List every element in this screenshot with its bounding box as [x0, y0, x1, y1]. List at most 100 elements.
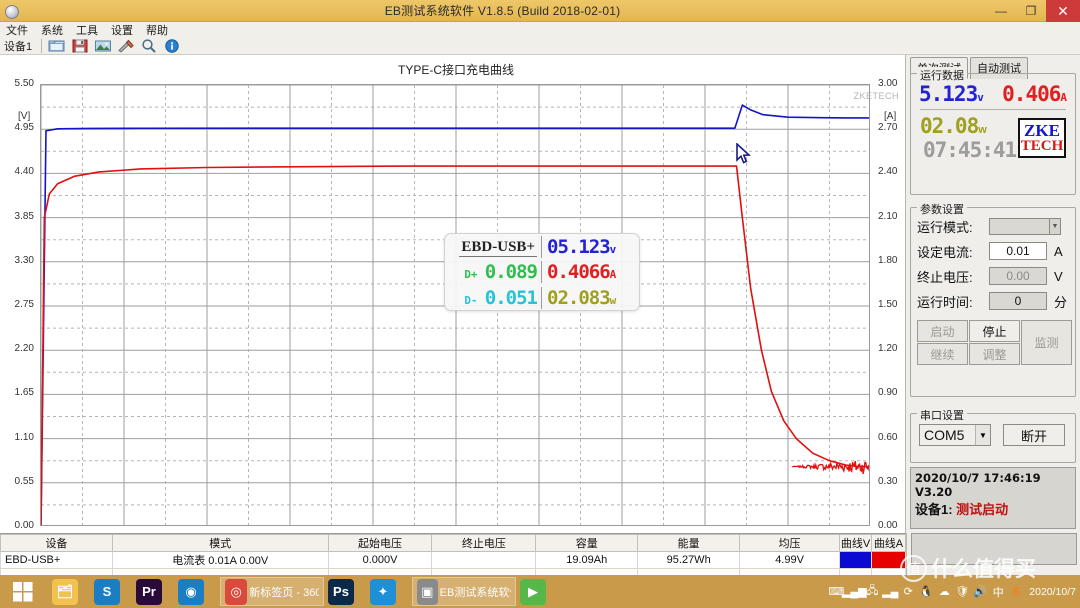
app-globe-icon: [3, 3, 21, 19]
meter-dplus-value: 0.089: [484, 261, 538, 283]
open-file-icon[interactable]: [47, 38, 67, 54]
tray-cloud-icon[interactable]: ☁: [935, 582, 953, 602]
log-line-message: 设备1: 测试启动: [915, 499, 1071, 518]
col-curve-v: 曲线V: [839, 534, 872, 552]
curve-v-color-swatch[interactable]: [839, 551, 872, 569]
tray-volume-icon[interactable]: 🔊: [971, 582, 989, 602]
curve-a-color-swatch[interactable]: [870, 551, 907, 569]
cortana-icon[interactable]: ◉: [178, 578, 204, 605]
close-button[interactable]: ✕: [1046, 0, 1080, 22]
stop-button[interactable]: 停止: [969, 320, 1020, 342]
taskbar-item-media-player-icon[interactable]: ▶: [520, 577, 558, 606]
foxmail-icon[interactable]: ✦: [370, 578, 396, 605]
log-device-label: 设备1:: [915, 502, 957, 517]
run-power-value: 02.08: [920, 114, 979, 138]
tray-update-icon[interactable]: ⟳: [899, 582, 917, 602]
save-icon[interactable]: [70, 38, 90, 54]
cell-mode: 电流表 0.01A 0.00V: [111, 551, 329, 569]
minimize-button[interactable]: —: [986, 0, 1016, 22]
taskbar-item-cortana-icon[interactable]: ◉: [178, 577, 216, 606]
taskbar-item-foxmail-icon[interactable]: ✦: [370, 577, 408, 606]
image-export-icon[interactable]: [93, 38, 113, 54]
toolbar-device-label: 设备1: [4, 40, 33, 53]
menu-item-system[interactable]: 系统: [41, 22, 63, 38]
cutoff-voltage-label: 终止电压:: [917, 269, 973, 285]
tray-network-icon[interactable]: 🖧: [863, 582, 881, 602]
col-start-voltage: 起始电压: [327, 534, 433, 552]
y-axis-right-unit: [A]: [884, 111, 897, 122]
menu-bar: 文件 系统 工具 设置 帮助: [0, 22, 1080, 37]
menu-item-file[interactable]: 文件: [6, 22, 28, 38]
info-icon[interactable]: [162, 38, 182, 54]
taskbar-item-file-explorer-icon[interactable]: 🗂: [52, 577, 90, 606]
continue-button[interactable]: 继续: [917, 343, 968, 365]
taskbar-item-eb-test-app-icon[interactable]: ▣EB测试系统软件...: [412, 577, 516, 606]
cell-capacity: 19.09Ah: [535, 551, 639, 569]
taskbar-item-chrome-icon[interactable]: ◎新标签页 - 360...: [220, 577, 324, 606]
menu-item-tools[interactable]: 工具: [76, 22, 98, 38]
run-current-value: 0.406: [1002, 82, 1061, 106]
taskbar-item-label: 新标签页 - 360...: [249, 586, 319, 599]
start-windows-icon[interactable]: [0, 575, 46, 608]
tray-qq-icon[interactable]: 🐧: [917, 582, 935, 602]
chevron-down-icon[interactable]: ▼: [975, 425, 990, 445]
serial-port-select[interactable]: COM5 ▼: [919, 424, 991, 446]
monitor-button[interactable]: 监测: [1021, 320, 1072, 365]
meter-current-value: 0.4066: [547, 261, 611, 283]
menu-item-settings[interactable]: 设置: [111, 22, 133, 38]
serial-settings-group: 串口设置 COM5 ▼ 断开: [910, 407, 1076, 463]
cutoff-voltage-input[interactable]: 0.00: [989, 267, 1047, 285]
premiere-icon[interactable]: Pr: [136, 578, 162, 605]
runtime-unit: 分: [1054, 294, 1068, 310]
run-current-unit: A: [1060, 91, 1067, 104]
maximize-button[interactable]: ❐: [1016, 0, 1046, 22]
zketech-logo-bottom: TECH: [1020, 138, 1064, 154]
taskbar-item-photoshop-icon[interactable]: Ps: [328, 577, 366, 606]
log-panel[interactable]: 2020/10/7 17:46:19 V3.20 设备1: 测试启动: [910, 467, 1076, 529]
y-tick-left-6: 3.30: [14, 254, 34, 266]
mode-select[interactable]: ▼: [989, 217, 1061, 235]
y-tick-left-10: 5.50: [14, 78, 34, 89]
photoshop-icon[interactable]: Ps: [328, 578, 354, 605]
taskbar-item-premiere-icon[interactable]: Pr: [136, 577, 174, 606]
cell-energy: 95.27Wh: [637, 551, 741, 569]
taskbar-clock[interactable]: 2020/10/7: [1029, 586, 1076, 598]
set-current-unit: A: [1054, 243, 1063, 259]
chevron-down-icon[interactable]: ▼: [1049, 218, 1060, 234]
tray-security-icon[interactable]: 🛡: [953, 582, 971, 602]
cell-device: EBD-USB+: [0, 551, 113, 569]
zketech-logo: ZKE TECH: [1018, 118, 1066, 158]
taskbar-item-sogou-browser-icon[interactable]: S: [94, 577, 132, 606]
media-player-icon[interactable]: ▶: [520, 578, 546, 605]
run-voltage-value: 5.123: [919, 82, 978, 106]
meter-dplus-label: D+: [464, 268, 478, 281]
menu-item-help[interactable]: 帮助: [146, 22, 168, 38]
parameter-settings-group: 参数设置 运行模式: ▼ 设定电流: 0.01 A 终止电压: 0.00 V 运…: [910, 201, 1076, 397]
start-button[interactable]: 启动: [917, 320, 968, 342]
tray-sogou-icon[interactable]: S: [1007, 582, 1025, 602]
tools-icon[interactable]: [116, 38, 136, 54]
taskbar-item-label: EB测试系统软件...: [439, 586, 511, 599]
serial-settings-title: 串口设置: [917, 407, 967, 423]
runtime-label: 运行时间:: [917, 294, 973, 310]
adjust-button[interactable]: 调整: [969, 343, 1020, 365]
summary-table: 设备 模式 起始电压 终止电压 容量 能量 均压 曲线V 曲线A EBD-USB…: [0, 533, 907, 586]
cutoff-voltage-unit: V: [1054, 268, 1063, 284]
table-row[interactable]: EBD-USB+ 电流表 0.01A 0.00V 0.000V 19.09Ah …: [0, 551, 907, 569]
col-mode: 模式: [111, 534, 329, 552]
runtime-input[interactable]: 0: [989, 292, 1047, 310]
meter-current-unit: A: [609, 268, 617, 281]
chrome-icon[interactable]: ◎: [225, 578, 248, 605]
y-tick-left-0: 0.00: [14, 520, 34, 531]
eb-test-app-icon[interactable]: ▣: [417, 578, 438, 605]
set-current-input[interactable]: 0.01: [989, 242, 1047, 260]
running-data-divider: [920, 109, 1066, 110]
zoom-icon[interactable]: [139, 38, 159, 54]
tray-ime-icon[interactable]: 中: [989, 582, 1007, 602]
sogou-browser-icon[interactable]: S: [94, 578, 120, 605]
disconnect-button[interactable]: 断开: [1003, 424, 1065, 446]
tray-wifi-icon[interactable]: ▂▄: [881, 582, 899, 602]
set-current-label: 设定电流:: [917, 244, 973, 260]
tray-signal-icon[interactable]: ▂▄▆: [842, 582, 867, 602]
file-explorer-icon[interactable]: 🗂: [52, 578, 78, 605]
